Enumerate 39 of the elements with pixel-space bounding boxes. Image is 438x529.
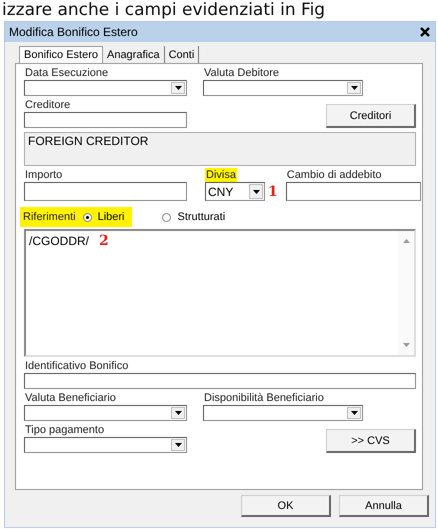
dropdown[interactable]: CNY xyxy=(205,182,265,201)
reference-text: /CGODDR/ xyxy=(29,234,89,248)
cancel-button[interactable]: Annulla xyxy=(339,495,429,517)
cvs-button[interactable]: >> CVS xyxy=(326,429,416,453)
creditori-button[interactable]: Creditori xyxy=(326,104,416,128)
field-label: Disponibilità Beneficiario xyxy=(203,391,325,405)
dropdown[interactable] xyxy=(203,80,363,96)
field-label: Cambio di addebito xyxy=(286,168,383,182)
input-field[interactable] xyxy=(24,182,187,201)
radio-option[interactable]: Strutturati xyxy=(162,211,226,223)
scroll-down-icon[interactable] xyxy=(402,343,410,347)
field-label: Divisa xyxy=(205,168,237,182)
scroll-up-icon[interactable] xyxy=(402,239,410,243)
input-field[interactable] xyxy=(286,182,421,201)
field-label: Valuta Beneficiario xyxy=(24,391,117,405)
field-label: Data Esecuzione xyxy=(24,66,110,80)
scrollbar[interactable] xyxy=(398,231,414,355)
radio-option[interactable]: Liberi xyxy=(82,211,124,223)
creditor-name-field[interactable]: FOREIGN CREDITOR xyxy=(24,132,416,166)
window-title: Modifica Bonifico Estero xyxy=(9,25,138,39)
dropdown[interactable] xyxy=(24,437,187,453)
dropdown[interactable] xyxy=(24,80,187,96)
field-label: Identificativo Bonifico xyxy=(24,359,130,373)
field-label: Importo xyxy=(24,168,64,182)
dropdown[interactable] xyxy=(203,405,363,421)
tab[interactable]: Bonifico Estero xyxy=(19,46,103,63)
field-label: Creditore xyxy=(24,98,72,112)
document-text: izzare anche i campi evidenziati in Fig xyxy=(1,0,326,20)
annotation-number: 2 xyxy=(99,233,109,249)
input-field[interactable] xyxy=(24,112,187,128)
input-field[interactable] xyxy=(24,373,416,389)
close-icon[interactable] xyxy=(419,26,431,38)
field-label: Tipo pagamento xyxy=(24,423,106,437)
field-label: Riferimenti xyxy=(22,210,77,224)
dropdown[interactable] xyxy=(24,405,187,421)
ok-button[interactable]: OK xyxy=(241,495,331,517)
annotation-number: 1 xyxy=(268,184,278,200)
text-area[interactable]: /CGODDR/ 2 xyxy=(24,229,416,357)
field-label: Valuta Debitore xyxy=(203,66,280,80)
